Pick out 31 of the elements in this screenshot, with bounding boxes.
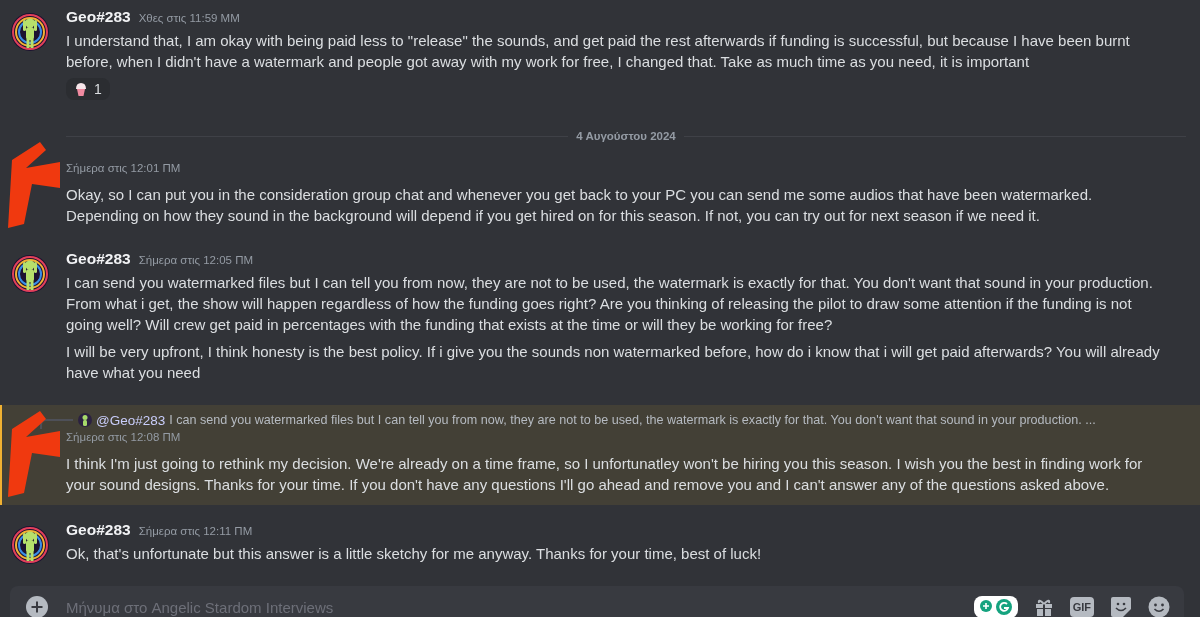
- avatar[interactable]: [10, 525, 50, 565]
- date-divider-label: 4 Αυγούστου 2024: [576, 130, 676, 142]
- avatar[interactable]: [10, 254, 50, 294]
- message-text: I can send you watermarked files but I can tell you from now, they are not to be used, the watermark is exactly for that. You don't want that sound in your production. From what i get, the show will happen regardless of how the funding goes right? Are you thinking of releasing the pilot to draw some attention if the funding is not going well? Will crew get paid in percentages with the funding that exists at the time or will they be working for free?: [66, 273, 1154, 335]
- gift-icon[interactable]: [1033, 597, 1054, 617]
- message-timestamp: Σήμερα στις 12:08 ΠΜ: [66, 431, 181, 443]
- sticker-icon[interactable]: [1110, 596, 1132, 617]
- author-name[interactable]: Geo#283: [66, 521, 131, 539]
- add-icon[interactable]: [26, 596, 48, 617]
- message-timestamp: Χθες στις 11:59 ΜΜ: [138, 12, 240, 24]
- cupcake-icon: [74, 81, 88, 97]
- author-name[interactable]: Geo#283: [66, 250, 131, 268]
- message-text: I will be very upfront, I think honesty is the best policy. If i give you the sounds non watermarked before, how do i know that i will get paid afterwards? You will already have what you need: [66, 342, 1160, 383]
- mini-avatar-icon: [78, 413, 92, 427]
- reply-preview: I can send you watermarked files but I can tell you from now, they are not to be used, the watermark is exactly for that. You don't want that sound in your production. ...: [169, 413, 1096, 427]
- reply-mention[interactable]: @Geo#283: [96, 412, 166, 428]
- message-timestamp: Σήμερα στις 12:05 ΠΜ: [138, 254, 254, 266]
- emoji-icon[interactable]: [1148, 596, 1170, 617]
- reaction-chip[interactable]: 1: [66, 78, 110, 100]
- gif-button[interactable]: GIF: [1069, 597, 1094, 617]
- author-name[interactable]: Geo#283: [66, 8, 131, 26]
- message-timestamp: Σήμερα στις 12:11 ΠΜ: [138, 525, 253, 537]
- grammar-assistant-icon[interactable]: [973, 596, 1018, 617]
- message-text: I understand that, I am okay with being paid less to "release" the sounds, and get paid the rest afterwards if funding is successful, but because I have been burnt before, when I didn't have a watermark and people got away with my work for free, I changed that. Take as much time as you need, it is important: [66, 31, 1131, 72]
- avatar[interactable]: [10, 12, 50, 52]
- message-text: I think I'm just going to rethink my decision. We're already on a time frame, so I unfortunatley won't be hiring you this season. I wish you the best in finding work for your sound designs. Thanks for your time. If you don't have any questions I'll go ahead and remove you and I can't answer any of the questions asked above.: [66, 454, 1144, 495]
- message-text: Ok, that's unfortunate but this answer is a little sketchy for me anyway. Thanks for your time, best of luck!: [66, 544, 763, 564]
- message-timestamp: Σήμερα στις 12:01 ΠΜ: [66, 162, 181, 174]
- reply-connector-icon: [40, 418, 74, 429]
- message-input[interactable]: Μήνυμα στο Angelic Stardom Interviews GIF: [10, 586, 1184, 617]
- message-text: Okay, so I can put you in the consideration group chat and whenever you get back to your PC you can send me some audios that have been watermarked. Depending on how they sound in the background will depend if you get hired on for this season. If not, you can try out for next season if we need it.: [66, 185, 1094, 226]
